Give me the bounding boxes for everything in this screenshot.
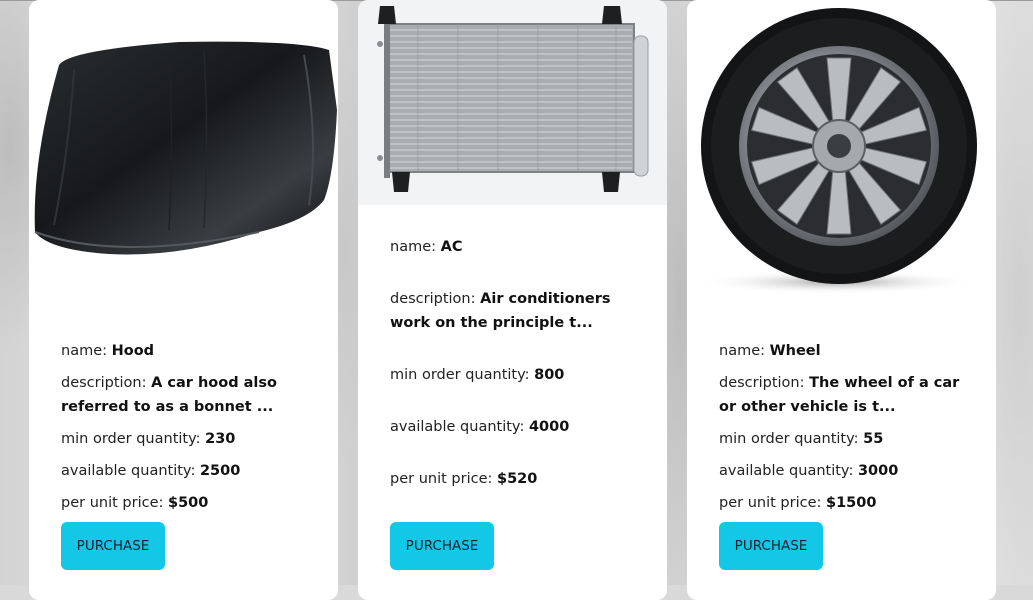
product-name: name: AC [390,239,463,255]
product-card-ac: name: AC description: Air conditioners w… [358,0,667,600]
product-name: name: Wheel [719,343,821,359]
hood-image [29,0,338,300]
unit-price: per unit price: $500 [61,495,209,511]
available-quantity: available quantity: 4000 [390,419,570,435]
wheel-image [687,0,996,300]
ac-condenser-image [358,0,667,205]
min-order-quantity: min order quantity: 230 [61,431,236,447]
product-description: description: A car hood also referred to… [61,375,277,415]
purchase-button[interactable]: PURCHASE [390,522,494,570]
unit-price: per unit price: $520 [390,471,538,487]
product-name: name: Hood [61,343,155,359]
unit-price: per unit price: $1500 [719,495,877,511]
purchase-button[interactable]: PURCHASE [719,522,823,570]
product-description: description: The wheel of a car or other… [719,375,960,415]
available-quantity: available quantity: 2500 [61,463,241,479]
purchase-button[interactable]: PURCHASE [61,522,165,570]
product-card-hood: name: Hood description: A car hood also … [29,0,338,600]
product-description: description: Air conditioners work on th… [390,291,611,331]
min-order-quantity: min order quantity: 55 [719,431,884,447]
min-order-quantity: min order quantity: 800 [390,367,565,383]
product-card-wheel: name: Wheel description: The wheel of a … [687,0,996,600]
available-quantity: available quantity: 3000 [719,463,899,479]
